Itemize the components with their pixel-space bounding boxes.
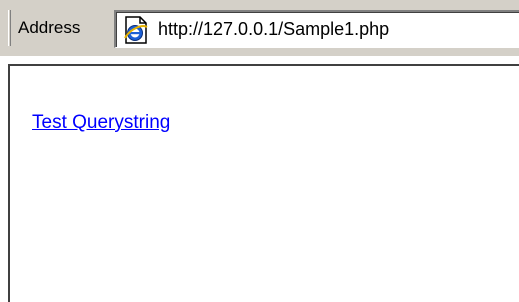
address-input[interactable]: http://127.0.0.1/Sample1.php (114, 10, 519, 48)
test-querystring-link[interactable]: Test Querystring (32, 112, 170, 134)
browser-window: Address http://127.0.0.1/Sample1.php Tes… (0, 0, 519, 302)
page-content: Test Querystring (8, 64, 519, 302)
address-bar: Address http://127.0.0.1/Sample1.php (0, 0, 519, 56)
address-label-text: Address (18, 18, 81, 37)
toolbar-separator (0, 56, 519, 64)
address-label: Address (18, 12, 80, 44)
ie-page-icon (124, 16, 148, 44)
toolbar-grip[interactable] (8, 10, 11, 46)
url-text[interactable]: http://127.0.0.1/Sample1.php (158, 12, 389, 46)
